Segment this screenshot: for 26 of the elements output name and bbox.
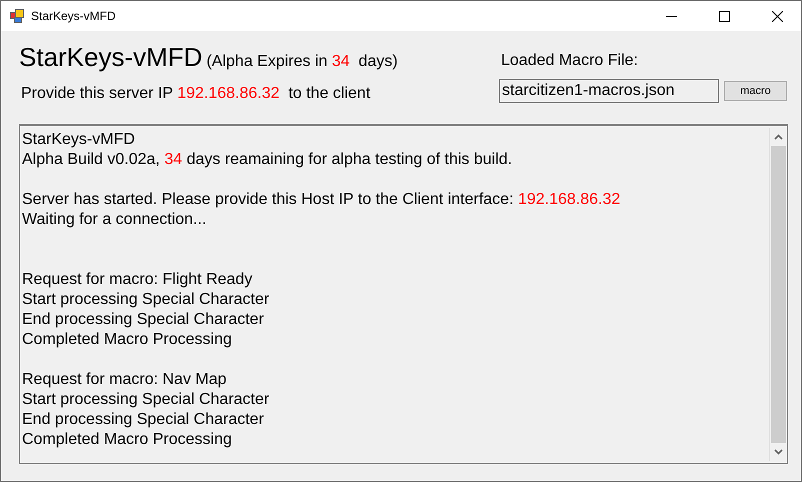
log-line: Alpha Build v0.02a, 34 days reamaining for alpha testing of this build. (22, 150, 514, 170)
close-icon[interactable] (772, 10, 783, 22)
scrollbar[interactable] (769, 128, 787, 461)
log-line: Start processing Special Character (22, 390, 270, 410)
log-line: End processing Special Character (22, 310, 265, 330)
expiry-text: (Alpha Expires in 34 days) (206, 53, 398, 71)
log-line: Waiting for a connection... (22, 210, 208, 230)
window-title: StarKeys-vMFD (31, 9, 116, 23)
log-line: Completed Macro Processing (22, 430, 233, 450)
log-line: Start processing Special Character (22, 290, 270, 310)
maximize-icon[interactable] (719, 10, 730, 22)
server-ip-text: Provide this server IP 192.168.86.32 to the client (21, 85, 372, 103)
app-icon (10, 9, 24, 23)
log-line: Request for macro: Flight Ready (22, 270, 254, 290)
log-line: Server has started. Please provide this Host IP to the Client interface: 192.168.86.32 (22, 190, 622, 210)
log-line: End processing Special Character (22, 410, 265, 430)
app-name: StarKeys-vMFD (19, 42, 202, 73)
scroll-up-icon[interactable] (774, 134, 783, 140)
log-line: Completed Macro Processing (22, 330, 233, 350)
scrollbar-thumb[interactable] (771, 146, 786, 443)
macro-file-field[interactable]: starcitizen1-macros.json (499, 79, 719, 103)
log-line: Request for macro: Nav Map (22, 370, 228, 390)
macro-button[interactable]: macro (724, 81, 787, 101)
scroll-down-icon[interactable] (774, 449, 783, 455)
macro-file-label: Loaded Macro File: (501, 52, 639, 70)
log-line: StarKeys-vMFD (22, 130, 136, 150)
